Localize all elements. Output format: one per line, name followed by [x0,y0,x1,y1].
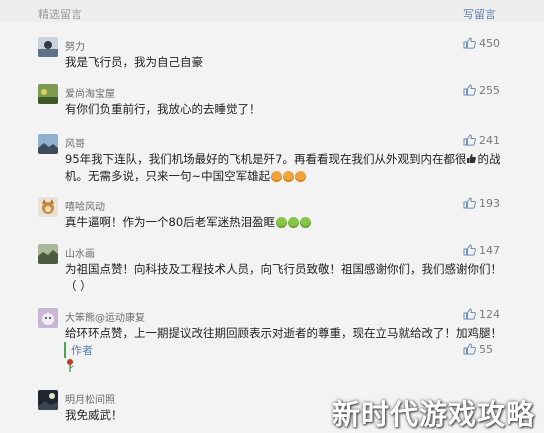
thumb-up-icon [463,308,476,320]
comment-text: 为祖国点赞！向科技及工程技术人员，向飞行员致敬！祖国感谢你们，我们感谢你们！（ … [65,262,502,293]
avatar[interactable] [38,197,58,217]
comment-text-part: 真牛逼啊！作为一个80后老军迷热泪盈眶 [65,215,276,229]
reply-like-button[interactable]: 55 [463,343,493,356]
like-button[interactable]: 255 [463,84,500,97]
commenter-name[interactable]: 努力 [65,38,85,53]
commenter-name[interactable]: 风哥 [65,135,85,150]
grin-emoji-icon [271,171,283,182]
comment-text: 真牛逼啊！作为一个80后老军迷热泪盈眶 [65,214,505,231]
face-emoji-icon [288,217,300,228]
thumb-up-icon [463,244,476,256]
avatar[interactable] [38,84,58,104]
thumb-up-icon [463,134,476,146]
author-reply: 作者 [64,342,93,358]
thumb-up-icon [463,197,476,209]
rose-icon [67,359,74,372]
write-comment-link[interactable]: 写留言 [463,6,496,22]
thumb-up-icon [463,37,476,49]
like-button[interactable]: 193 [463,197,500,210]
commenter-name[interactable]: 明月松间照 [65,391,115,406]
like-count: 255 [479,84,500,97]
like-button[interactable]: 241 [463,134,500,147]
avatar[interactable] [38,37,58,57]
comment-text: 我是飞行员，我为自己自豪 [65,55,203,69]
watermark: 新时代游戏攻略 [332,398,536,431]
like-button[interactable]: 124 [463,308,500,321]
like-count: 147 [479,244,500,257]
face-emoji-icon [300,217,312,228]
thumb-up-icon [463,343,476,355]
comments-header: 精选留言 写留言 [0,0,544,22]
avatar[interactable] [38,308,58,328]
like-count: 124 [479,308,500,321]
avatar[interactable] [38,244,58,264]
commenter-name[interactable]: 嘻哈风动 [65,198,105,213]
grin-emoji-icon [295,171,307,182]
section-title: 精选留言 [38,8,82,21]
comment-text: 给环环点赞，上一期提议改往期回顾表示对逝者的尊重，现在立马就给改了！加鸡腿！ [65,326,502,340]
comment-text: 有你们负重前行，我放心的去睡觉了！ [65,102,261,116]
thumbs-up-emoji-icon [467,154,477,163]
commenter-name[interactable]: 山水画 [65,245,95,260]
thumb-up-icon [463,84,476,96]
avatar[interactable] [38,390,58,410]
like-count: 55 [479,343,493,356]
like-count: 241 [479,134,500,147]
comment-text: 95年我下连队，我们机场最好的飞机是歼7。再看看现在我们从外观到内在都很 的战机。… [65,151,505,185]
comment-text-part: 95年我下连队，我们机场最好的飞机是歼7。再看看现在我们从外观到内在都很 [65,152,467,166]
grin-emoji-icon [283,171,295,182]
face-emoji-icon [276,217,288,228]
commenter-name[interactable]: 大笨熊@运动康复 [65,309,145,324]
avatar[interactable] [38,134,58,154]
like-count: 193 [479,197,500,210]
like-count: 450 [479,37,500,50]
like-button[interactable]: 147 [463,244,500,257]
author-reply-label: 作者 [71,344,93,357]
commenter-name[interactable]: 爱尚淘宝屋 [65,85,115,100]
like-button[interactable]: 450 [463,37,500,50]
